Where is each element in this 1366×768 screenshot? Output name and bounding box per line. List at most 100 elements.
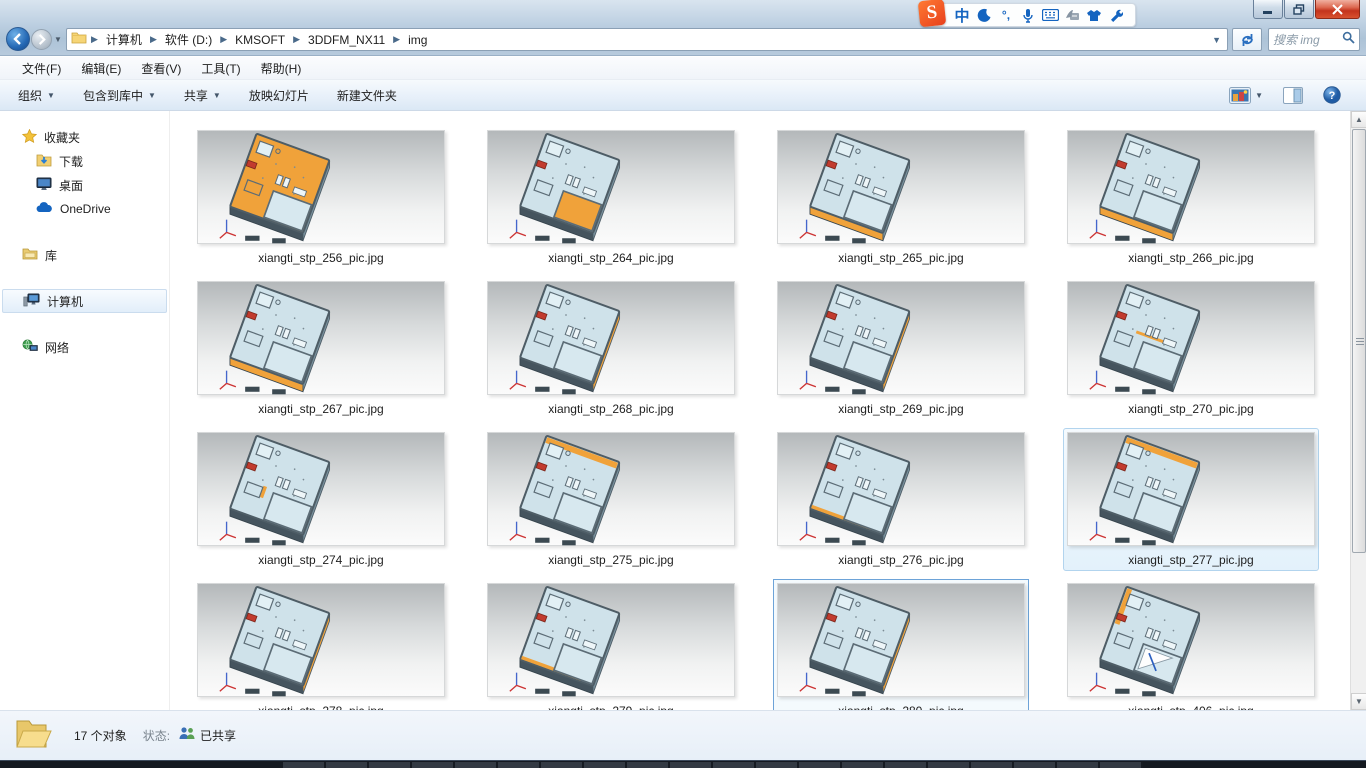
file-tile-body[interactable]: xiangti_stp_274_pic.jpg: [193, 428, 449, 571]
file-list-area[interactable]: xiangti_stp_256_pic.jpgxiangti_stp_264_p…: [170, 111, 1350, 710]
ime-toolbar[interactable]: S 中 °,: [922, 3, 1136, 27]
preview-pane-button[interactable]: [1278, 84, 1308, 107]
file-tile-body[interactable]: xiangti_stp_276_pic.jpg: [773, 428, 1029, 571]
microphone-icon[interactable]: [1017, 5, 1039, 25]
breadcrumb-segment[interactable]: 3DDFM_NX11: [304, 31, 389, 49]
sidebar-item-收藏夹[interactable]: 收藏夹: [0, 125, 169, 149]
help-button[interactable]: ?: [1318, 83, 1346, 107]
breadcrumb-separator-icon[interactable]: ▶: [216, 34, 231, 45]
toolbar-button[interactable]: 包含到库中▼: [73, 82, 166, 109]
file-tile[interactable]: xiangti_stp_274_pic.jpg: [193, 428, 483, 579]
wrench-icon[interactable]: [1105, 5, 1127, 25]
recent-pages-dropdown[interactable]: ▼: [54, 35, 62, 44]
file-thumbnail[interactable]: [777, 432, 1025, 546]
forward-button[interactable]: [31, 29, 52, 50]
file-tile-body[interactable]: xiangti_stp_406_pic.jpg: [1063, 579, 1319, 710]
file-thumbnail[interactable]: [777, 281, 1025, 395]
skin-icon[interactable]: [1083, 5, 1105, 25]
file-thumbnail[interactable]: [197, 583, 445, 697]
scroll-up-button[interactable]: ▲: [1351, 111, 1366, 128]
toolbar-button[interactable]: 共享▼: [174, 82, 231, 109]
toolbar-button[interactable]: 放映幻灯片: [239, 82, 319, 109]
breadcrumb-separator-icon[interactable]: ▶: [289, 34, 304, 45]
breadcrumb-separator-icon[interactable]: ▶: [87, 34, 102, 45]
file-thumbnail[interactable]: [1067, 432, 1315, 546]
file-tile[interactable]: xiangti_stp_280_pic.jpg: [773, 579, 1063, 710]
file-tile-body[interactable]: xiangti_stp_256_pic.jpg: [193, 126, 449, 269]
sidebar-item-网络[interactable]: 网络: [0, 335, 169, 359]
file-thumbnail[interactable]: [1067, 281, 1315, 395]
file-thumbnail[interactable]: [1067, 583, 1315, 697]
menu-item[interactable]: 编辑(E): [71, 57, 131, 80]
breadcrumb-segment[interactable]: KMSOFT: [231, 31, 289, 49]
search-icon[interactable]: [1342, 31, 1355, 49]
sidebar-item-桌面[interactable]: 桌面: [0, 173, 169, 197]
search-input[interactable]: 搜索 img: [1268, 28, 1360, 51]
menu-item[interactable]: 工具(T): [191, 57, 250, 80]
minimize-button[interactable]: [1253, 0, 1283, 19]
file-tile-body[interactable]: xiangti_stp_279_pic.jpg: [483, 579, 739, 710]
file-thumbnail[interactable]: [487, 281, 735, 395]
file-thumbnail[interactable]: [777, 130, 1025, 244]
file-tile-body[interactable]: xiangti_stp_267_pic.jpg: [193, 277, 449, 420]
file-tile-body[interactable]: xiangti_stp_278_pic.jpg: [193, 579, 449, 710]
breadcrumb-separator-icon[interactable]: ▶: [389, 34, 404, 45]
sidebar-item-下载[interactable]: 下载: [0, 149, 169, 173]
menu-item[interactable]: 查看(V): [131, 57, 191, 80]
back-button[interactable]: [6, 27, 30, 51]
breadcrumb[interactable]: ▶计算机▶软件 (D:)▶KMSOFT▶3DDFM_NX11▶img ▼: [66, 28, 1228, 51]
toolbar-button[interactable]: 新建文件夹: [327, 82, 407, 109]
file-tile-selected[interactable]: xiangti_stp_280_pic.jpg: [773, 579, 1029, 710]
file-thumbnail[interactable]: [487, 432, 735, 546]
file-tile[interactable]: xiangti_stp_406_pic.jpg: [1063, 579, 1350, 710]
file-thumbnail[interactable]: [197, 432, 445, 546]
file-tile-body[interactable]: xiangti_stp_269_pic.jpg: [773, 277, 1029, 420]
breadcrumb-segment[interactable]: 软件 (D:): [161, 29, 216, 50]
file-tile[interactable]: xiangti_stp_276_pic.jpg: [773, 428, 1063, 579]
file-tile[interactable]: xiangti_stp_269_pic.jpg: [773, 277, 1063, 428]
file-thumbnail[interactable]: [197, 281, 445, 395]
file-tile-body[interactable]: xiangti_stp_265_pic.jpg: [773, 126, 1029, 269]
change-view-dropdown-arrow[interactable]: ▼: [1255, 91, 1263, 100]
breadcrumb-separator-icon[interactable]: ▶: [146, 34, 161, 45]
keyboard-icon[interactable]: [1039, 5, 1061, 25]
punctuation-icon[interactable]: °,: [995, 5, 1017, 25]
file-thumbnail[interactable]: [487, 583, 735, 697]
file-tile-selected[interactable]: xiangti_stp_277_pic.jpg: [1063, 428, 1319, 571]
scrollbar-thumb[interactable]: [1352, 129, 1366, 553]
file-tile[interactable]: xiangti_stp_268_pic.jpg: [483, 277, 773, 428]
file-tile[interactable]: xiangti_stp_266_pic.jpg: [1063, 126, 1350, 277]
file-thumbnail[interactable]: [777, 583, 1025, 697]
file-thumbnail[interactable]: [197, 130, 445, 244]
vertical-scrollbar[interactable]: ▲ ▼: [1350, 111, 1366, 710]
chinese-mode-icon[interactable]: 中: [951, 5, 973, 25]
file-tile-body[interactable]: xiangti_stp_266_pic.jpg: [1063, 126, 1319, 269]
address-dropdown-arrow[interactable]: ▼: [1212, 35, 1223, 45]
breadcrumb-segment[interactable]: img: [404, 31, 431, 49]
toolbar-button[interactable]: 组织▼: [8, 82, 65, 109]
file-tile-body[interactable]: xiangti_stp_268_pic.jpg: [483, 277, 739, 420]
sidebar-item-计算机[interactable]: 计算机: [2, 289, 167, 313]
restore-button[interactable]: [1284, 0, 1314, 19]
sidebar-item-OneDrive[interactable]: OneDrive: [0, 197, 169, 221]
hand-input-icon[interactable]: [1061, 5, 1083, 25]
scroll-down-button[interactable]: ▼: [1351, 693, 1366, 710]
file-tile[interactable]: xiangti_stp_275_pic.jpg: [483, 428, 773, 579]
refresh-button[interactable]: [1232, 28, 1262, 51]
file-tile[interactable]: xiangti_stp_277_pic.jpg: [1063, 428, 1350, 579]
file-tile[interactable]: xiangti_stp_267_pic.jpg: [193, 277, 483, 428]
close-button[interactable]: [1315, 0, 1360, 19]
breadcrumb-segment[interactable]: 计算机: [102, 29, 146, 50]
menu-item[interactable]: 帮助(H): [251, 57, 312, 80]
sidebar-item-库[interactable]: 库: [0, 243, 169, 267]
file-tile-body[interactable]: xiangti_stp_264_pic.jpg: [483, 126, 739, 269]
file-tile[interactable]: xiangti_stp_264_pic.jpg: [483, 126, 773, 277]
file-tile[interactable]: xiangti_stp_265_pic.jpg: [773, 126, 1063, 277]
file-thumbnail[interactable]: [487, 130, 735, 244]
file-tile[interactable]: xiangti_stp_278_pic.jpg: [193, 579, 483, 710]
menu-item[interactable]: 文件(F): [12, 57, 71, 80]
file-tile[interactable]: xiangti_stp_256_pic.jpg: [193, 126, 483, 277]
moon-icon[interactable]: [973, 5, 995, 25]
sogou-logo-icon[interactable]: S: [918, 0, 947, 27]
file-thumbnail[interactable]: [1067, 130, 1315, 244]
